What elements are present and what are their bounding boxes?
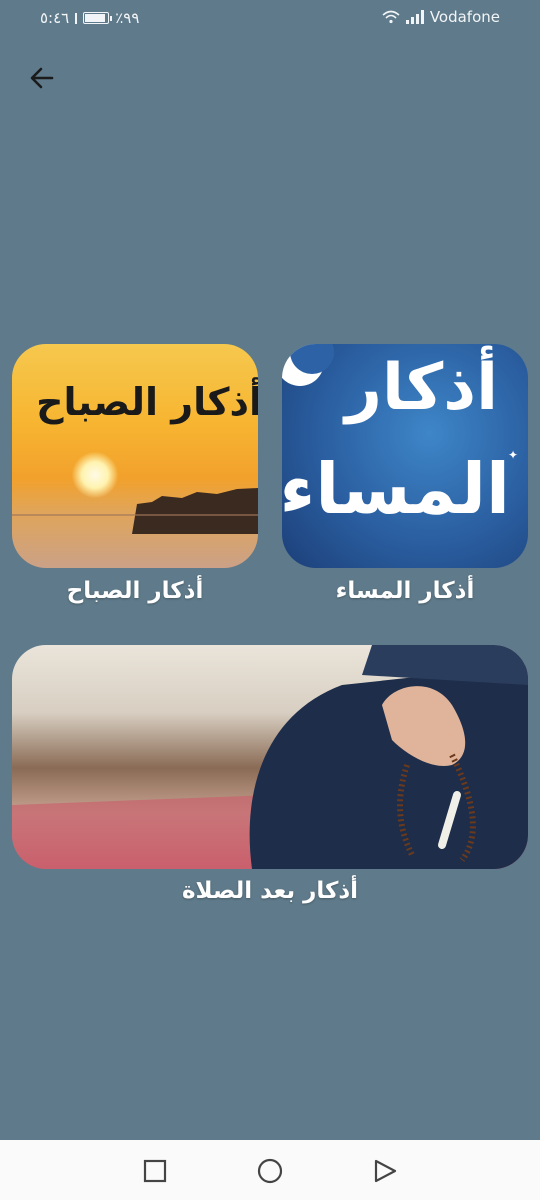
morning-adhkar-tile[interactable]: أذكار الصباح: [12, 344, 258, 568]
battery-percent: ٪٩٩: [115, 9, 140, 27]
system-nav-bar: [0, 1140, 540, 1200]
nav-back-button[interactable]: [372, 1158, 398, 1184]
circle-icon: [257, 1158, 283, 1184]
battery-fill: [85, 14, 106, 22]
status-left: ٥:٤٦ ٪٩٩: [40, 9, 139, 27]
status-bar: ٥:٤٦ ٪٩٩ Vodafone: [0, 0, 540, 36]
evening-adhkar-caption: أذكار المساء: [335, 578, 475, 604]
square-icon: [143, 1159, 167, 1183]
wifi-icon: [382, 10, 400, 24]
battery-icon: [83, 12, 113, 24]
crescent-moon-icon: [282, 344, 334, 386]
treeline-image: [12, 488, 258, 534]
evening-image-text-line1: أذكار: [345, 351, 498, 425]
recent-apps-button[interactable]: [142, 1158, 168, 1184]
after-prayer-adhkar-tile[interactable]: [12, 645, 528, 869]
signal-icon: [405, 10, 424, 24]
status-right: Vodafone: [382, 8, 500, 26]
star-icon: ✦: [296, 482, 304, 492]
morning-image-text: أذكار الصباح: [36, 380, 258, 424]
morning-adhkar-caption: أذكار الصباح: [66, 578, 204, 604]
after-prayer-adhkar-caption: أذكار بعد الصلاة: [181, 878, 359, 904]
back-button[interactable]: [24, 60, 60, 96]
arrow-left-icon: [30, 67, 54, 89]
evening-adhkar-tile[interactable]: أذكار المساء ✦ ✦: [282, 344, 528, 568]
praying-person-image: [12, 645, 528, 869]
star-icon: ✦: [507, 448, 518, 462]
home-button[interactable]: [257, 1158, 283, 1184]
carrier-name: Vodafone: [429, 8, 500, 26]
status-time: ٥:٤٦: [40, 9, 70, 27]
divider: [75, 12, 78, 24]
triangle-icon: [374, 1159, 397, 1183]
evening-image-text-line2: المساء: [282, 448, 510, 530]
